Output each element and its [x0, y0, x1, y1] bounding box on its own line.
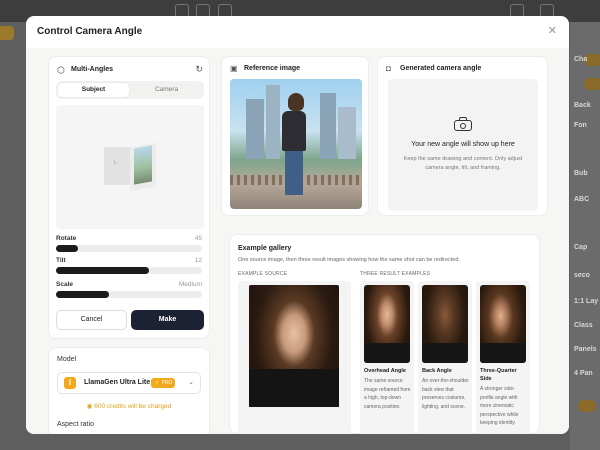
placeholder-hint: Keep the same drawing and content. Only …: [403, 156, 523, 171]
background-row: Class: [574, 322, 593, 329]
angle-preview-stage[interactable]: L: [56, 105, 204, 229]
scene-building: [266, 85, 280, 159]
result-desc: The same source image reframed from a hi…: [364, 378, 411, 410]
result-desc: An over-the-shoulder back view that pres…: [422, 378, 469, 410]
background-chip: [584, 78, 600, 90]
chevron-down-icon: ⌄: [188, 379, 194, 386]
reference-image-title: Reference image: [244, 65, 301, 72]
model-logo: l: [64, 377, 76, 389]
model-select[interactable]: l LlamaGen Ultra Lite ⚡ PRO ⌄: [57, 372, 201, 394]
result-card[interactable]: Back Angle An over-the-shoulder back vie…: [418, 281, 472, 434]
modal-title: Control Camera Angle: [37, 26, 143, 37]
model-label: Model: [57, 356, 77, 363]
tilt-slider[interactable]: [56, 267, 202, 274]
placeholder-title: Your new angle will show up here: [411, 141, 515, 148]
result-desc: A stronger side-profile angle with more …: [480, 386, 519, 426]
result-title: Back Angle: [422, 368, 452, 374]
aspect-ratio-label: Aspect ratio: [57, 421, 94, 428]
example-source: [238, 281, 351, 434]
camera-angle-modal: Control Camera Angle ✕ ⬡ Multi-Angles ↻ …: [26, 16, 569, 434]
background-row: Back: [574, 102, 591, 109]
generated-placeholder: Your new angle will show up here Keep th…: [388, 79, 538, 211]
scene-building: [246, 99, 264, 159]
multi-angles-panel: ⬡ Multi-Angles ↻ Subject Camera L Rotate…: [48, 56, 210, 339]
result-image-dress: [422, 343, 468, 363]
background-row: Cha: [574, 56, 588, 63]
camera-icon: [454, 117, 472, 131]
multi-angles-header: ⬡ Multi-Angles ↻: [57, 64, 203, 77]
tab-subject[interactable]: Subject: [58, 83, 129, 97]
refresh-icon[interactable]: ↻: [195, 64, 203, 75]
camera-icon: ◘: [386, 64, 391, 73]
result-image-dress: [480, 343, 526, 363]
generated-angle-title: Generated camera angle: [400, 65, 482, 72]
subject-camera-toggle: Subject Camera: [56, 81, 204, 99]
credits-notice: ◉ 600 credits will be charged: [57, 402, 201, 410]
tilt-label: Tilt: [56, 257, 66, 264]
gallery-subtitle: One source image, then three result imag…: [238, 257, 460, 263]
result-examples-label: THREE RESULT EXAMPLES: [360, 271, 431, 277]
background-chip: [578, 400, 596, 412]
result-image-dress: [364, 343, 410, 363]
tab-camera[interactable]: Camera: [131, 83, 202, 97]
gallery-title: Example gallery: [238, 245, 292, 252]
background-row: 4 Pan: [574, 370, 593, 377]
model-panel: Model l LlamaGen Ultra Lite ⚡ PRO ⌄ ◉ 60…: [48, 347, 210, 434]
modal-body: ⬡ Multi-Angles ↻ Subject Camera L Rotate…: [26, 48, 569, 434]
cube-icon: ⬡: [57, 65, 65, 75]
character-body: [282, 111, 306, 151]
background-row: Fon: [574, 122, 587, 129]
scale-label: Scale: [56, 281, 73, 288]
example-source-label: EXAMPLE SOURCE: [238, 271, 288, 277]
scale-slider[interactable]: [56, 291, 202, 298]
character-legs: [285, 151, 303, 195]
background-row: Bub: [574, 170, 588, 177]
character-head: [288, 93, 304, 111]
rotate-slider[interactable]: [56, 245, 202, 252]
source-portrait-dress: [249, 369, 339, 407]
rotate-label: Rotate: [56, 235, 77, 242]
background-row: ABC: [574, 196, 590, 203]
generated-angle-panel: ◘ Generated camera angle Your new angle …: [377, 56, 548, 216]
preview-cube-face: [104, 147, 132, 185]
rotate-value: 45: [194, 235, 202, 242]
tilt-value: 12: [194, 257, 202, 264]
rotate-slider-fill: [56, 245, 78, 252]
scene-building: [338, 107, 356, 159]
pro-badge: ⚡ PRO: [151, 378, 176, 388]
background-left-tab: [0, 26, 14, 40]
image-icon: ▣: [230, 64, 238, 73]
model-name: LlamaGen Ultra Lite: [84, 379, 151, 386]
result-card[interactable]: Three-Quarter Side A stronger side-profi…: [476, 281, 530, 434]
example-gallery-panel: Example gallery One source image, then t…: [229, 234, 540, 434]
scene-building: [320, 93, 336, 159]
tilt-slider-fill: [56, 267, 150, 274]
cancel-button[interactable]: Cancel: [56, 310, 127, 330]
background-row: seco: [574, 272, 590, 279]
scale-slider-fill: [56, 291, 109, 298]
reference-image-panel: ▣ Reference image: [221, 56, 369, 216]
result-card[interactable]: Overhead Angle The same source image ref…: [360, 281, 414, 434]
credits-text: 600 credits will be charged: [94, 403, 172, 410]
close-icon[interactable]: ✕: [548, 26, 557, 37]
preview-face-label: L: [114, 160, 117, 166]
make-button[interactable]: Make: [131, 310, 204, 330]
reference-image: [230, 79, 362, 209]
multi-angles-title: Multi-Angles: [71, 66, 113, 73]
background-row: Panels: [574, 346, 597, 353]
background-row: 1:1 Lay: [574, 298, 599, 305]
result-title: Overhead Angle: [364, 368, 406, 374]
preview-thumbnail: [134, 145, 152, 185]
scale-value: Medium: [178, 281, 202, 288]
result-title: Three-Quarter Side: [480, 368, 517, 382]
background-row: Cap: [574, 244, 588, 251]
